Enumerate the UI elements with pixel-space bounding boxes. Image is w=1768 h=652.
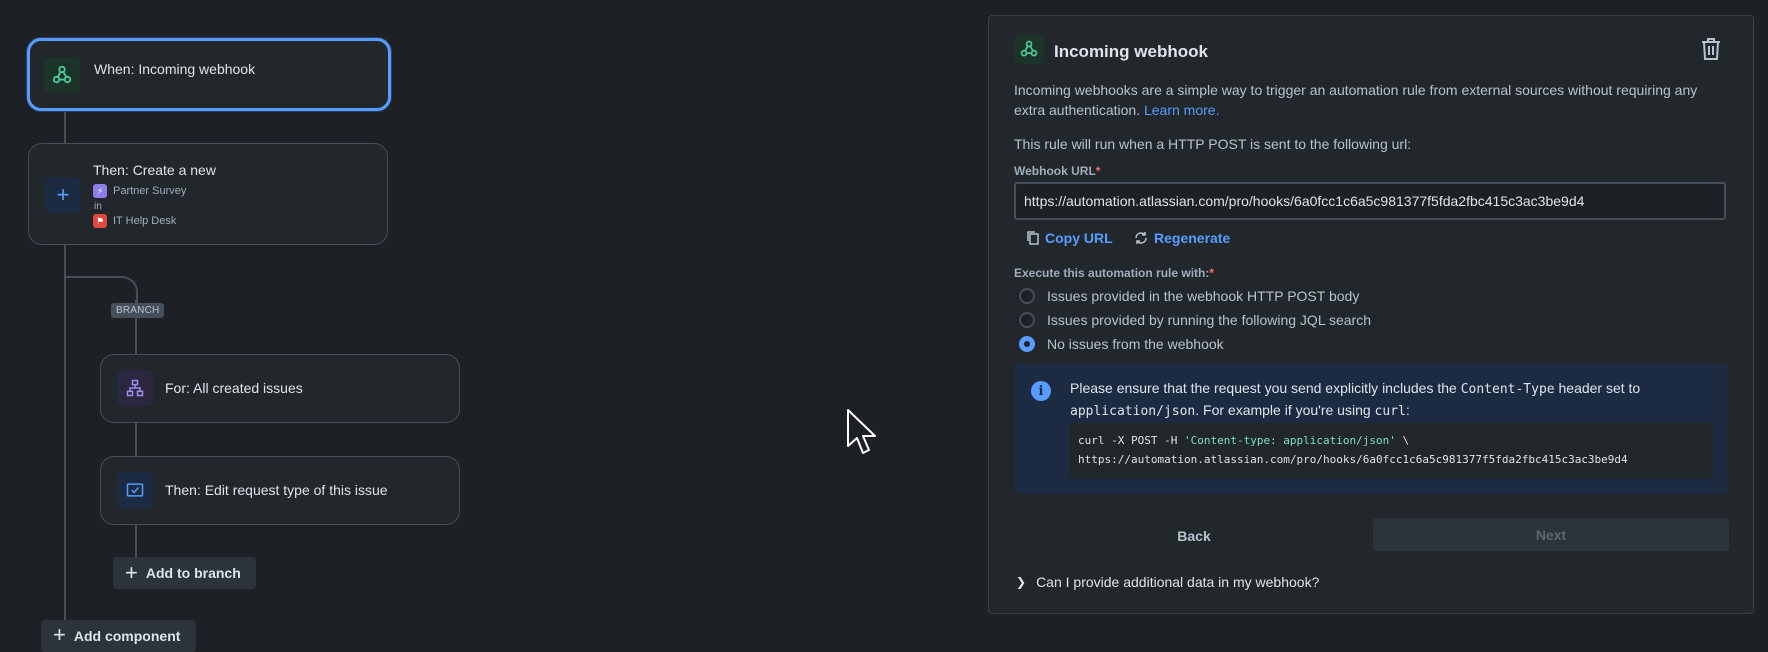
panel-title: Incoming webhook — [1054, 42, 1208, 61]
radio-button-selected[interactable] — [1019, 336, 1035, 352]
radio-button[interactable] — [1019, 288, 1035, 304]
project-avatar-icon: ⚑ — [93, 214, 107, 228]
trigger-title: When: Incoming webhook — [94, 61, 256, 77]
add-component-button[interactable]: + Add component — [41, 620, 196, 652]
create-action-title: Then: Create a new — [93, 162, 216, 178]
config-panel: Incoming webhook Incoming webhooks are a… — [988, 15, 1754, 614]
option-jql-search[interactable]: Issues provided by running the following… — [1019, 312, 1371, 328]
webhook-icon — [44, 57, 80, 93]
curl-code-block: curl -X POST -H 'Content-type: applicati… — [1070, 423, 1713, 479]
project-name: IT Help Desk — [113, 215, 177, 227]
info-message: i Please ensure that the request you sen… — [1014, 364, 1727, 494]
regenerate-label: Regenerate — [1154, 230, 1231, 246]
branch-edit-node[interactable]: Then: Edit request type of this issue — [100, 456, 460, 525]
in-label: in — [94, 201, 102, 212]
info-text: Please ensure that the request you send … — [1070, 380, 1641, 419]
chevron-right-icon: ❯ — [1016, 575, 1027, 589]
project-row: ⚑ IT Help Desk — [93, 214, 176, 228]
option-no-issues[interactable]: No issues from the webhook — [1019, 336, 1224, 352]
description-text: Incoming webhooks are a simple way to tr… — [1014, 82, 1698, 118]
refresh-icon — [1135, 232, 1147, 244]
connector-line — [135, 422, 137, 456]
option-label: Issues provided by running the following… — [1047, 312, 1371, 328]
inline-code: curl — [1374, 404, 1406, 419]
webhook-url-label: Webhook URL* — [1014, 164, 1101, 178]
plus-icon: + — [53, 622, 66, 647]
branch-for-node[interactable]: For: All created issues — [100, 354, 460, 423]
copy-url-label: Copy URL — [1045, 230, 1113, 246]
faq-label: Can I provide additional data in my webh… — [1036, 574, 1320, 590]
info-icon: i — [1031, 381, 1051, 401]
execute-label: Execute this automation rule with:* — [1014, 266, 1215, 280]
copy-icon — [1027, 231, 1039, 245]
faq-expander[interactable]: ❯ Can I provide additional data in my we… — [1016, 574, 1319, 590]
panel-description: Incoming webhooks are a simple way to tr… — [1014, 80, 1729, 120]
delete-button[interactable] — [1699, 36, 1725, 62]
branch-hierarchy-icon — [117, 370, 153, 406]
plus-icon: + — [45, 177, 81, 213]
webhook-icon — [1014, 34, 1044, 64]
add-component-label: Add component — [73, 628, 181, 644]
branch-badge: BRANCH — [111, 303, 165, 318]
option-label: No issues from the webhook — [1047, 336, 1224, 352]
option-label: Issues provided in the webhook HTTP POST… — [1047, 288, 1360, 304]
trigger-node[interactable]: When: Incoming webhook — [27, 38, 391, 111]
inline-code: application/json — [1070, 404, 1196, 419]
connector-line — [64, 110, 66, 143]
request-type-name: Partner Survey — [113, 185, 187, 197]
add-to-branch-button[interactable]: + Add to branch — [113, 557, 256, 589]
run-text: This rule will run when a HTTP POST is s… — [1014, 136, 1412, 152]
learn-more-link[interactable]: Learn more. — [1144, 102, 1219, 118]
back-button[interactable]: Back — [1144, 528, 1244, 544]
edit-request-icon — [117, 472, 153, 508]
webhook-url-field[interactable]: https://automation.atlassian.com/pro/hoo… — [1014, 182, 1726, 220]
option-webhook-body[interactable]: Issues provided in the webhook HTTP POST… — [1019, 288, 1359, 304]
branch-for-title: For: All created issues — [165, 380, 303, 396]
regenerate-button[interactable]: Regenerate — [1134, 230, 1230, 246]
copy-url-button[interactable]: Copy URL — [1027, 230, 1113, 246]
add-to-branch-label: Add to branch — [145, 565, 241, 581]
radio-button[interactable] — [1019, 312, 1035, 328]
lightning-icon: ⚡ — [93, 184, 107, 198]
next-button[interactable]: Next — [1373, 518, 1729, 551]
request-type-row: ⚡ Partner Survey — [93, 184, 186, 198]
create-action-node[interactable]: + Then: Create a new ⚡ Partner Survey in… — [28, 143, 388, 245]
mouse-cursor-icon — [846, 408, 878, 460]
connector-line — [135, 524, 137, 558]
trash-icon — [1702, 38, 1720, 60]
inline-code: Content-Type — [1460, 382, 1555, 397]
plus-icon: + — [125, 560, 138, 585]
branch-edit-title: Then: Edit request type of this issue — [165, 482, 388, 498]
